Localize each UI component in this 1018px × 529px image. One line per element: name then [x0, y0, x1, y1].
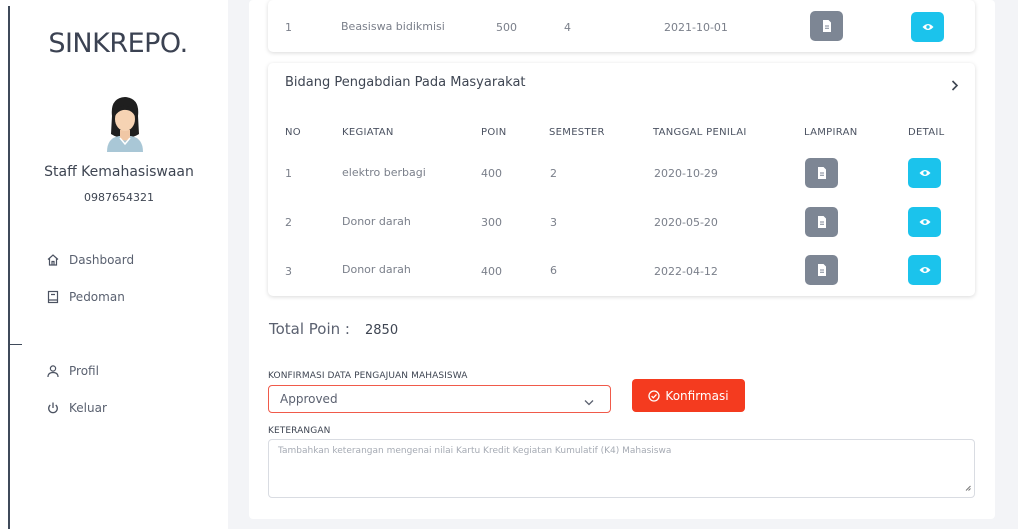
- konfirmasi-label: KONFIRMASI DATA PENGAJUAN MAHASISWA: [268, 371, 468, 381]
- lampiran-button[interactable]: [805, 207, 838, 237]
- sidebar-divider: [8, 344, 22, 345]
- avatar: [103, 94, 147, 152]
- file-icon: [817, 216, 826, 228]
- check-circle-icon: [648, 389, 661, 402]
- row-semester: 2: [550, 167, 557, 180]
- nav-dashboard-label: Dashboard: [69, 253, 135, 267]
- brand-logo: SINKREPO.: [48, 28, 188, 59]
- keterangan-placeholder: Tambahkan keterangan mengenai nilai Kart…: [278, 446, 672, 456]
- row-tanggal: 2020-05-20: [654, 216, 718, 229]
- home-icon: [46, 253, 60, 267]
- row-poin: 400: [481, 167, 502, 180]
- chevron-down-icon: [584, 395, 594, 409]
- detail-button[interactable]: [908, 207, 941, 237]
- row-tanggal: 2022-04-12: [654, 265, 718, 278]
- col-header-semester: SEMESTER: [549, 127, 605, 138]
- file-icon: [817, 264, 826, 276]
- chevron-right-icon[interactable]: [951, 76, 959, 95]
- nav-keluar-label: Keluar: [69, 401, 107, 415]
- col-header-no: NO: [285, 127, 301, 138]
- eye-icon: [919, 170, 930, 176]
- eye-icon: [919, 219, 930, 225]
- file-icon: [817, 167, 826, 179]
- bidang-card: Bidang Pengabdian Pada Masyarakat NO KEG…: [268, 63, 975, 296]
- col-header-kegiatan: KEGIATAN: [342, 127, 394, 138]
- nav-profil-label: Profil: [69, 364, 99, 378]
- eye-icon: [919, 267, 930, 273]
- row-kegiatan: Donor darah: [342, 215, 411, 228]
- row-semester: 4: [564, 21, 571, 34]
- select-value: Approved: [280, 392, 338, 406]
- nav-dashboard[interactable]: Dashboard: [46, 253, 134, 267]
- total-poin-value: 2850: [365, 323, 399, 338]
- konfirmasi-button-label: Konfirmasi: [665, 388, 729, 403]
- keterangan-textarea[interactable]: Tambahkan keterangan mengenai nilai Kart…: [268, 439, 975, 498]
- file-icon: [822, 20, 831, 32]
- row-semester: 3: [550, 216, 557, 229]
- row-kegiatan: Beasiswa bidikmisi: [341, 20, 445, 33]
- lampiran-button[interactable]: [805, 255, 838, 285]
- row-no: 1: [285, 21, 292, 34]
- section-title: Bidang Pengabdian Pada Masyarakat: [285, 75, 526, 90]
- user-phone: 0987654321: [84, 191, 154, 204]
- col-header-poin: POIN: [481, 127, 507, 138]
- row-semester: 6: [550, 264, 557, 277]
- detail-button[interactable]: [911, 12, 944, 42]
- eye-icon: [922, 24, 933, 30]
- row-tanggal: 2021-10-01: [664, 21, 728, 34]
- sidebar-border: [8, 6, 10, 529]
- konfirmasi-select[interactable]: Approved: [268, 385, 611, 413]
- user-icon: [46, 364, 60, 378]
- col-header-lampiran: LAMPIRAN: [804, 127, 858, 138]
- power-icon: [46, 401, 60, 415]
- total-poin-label: Total Poin :: [269, 320, 350, 338]
- row-kegiatan: elektro berbagi: [342, 166, 426, 179]
- row-poin: 300: [481, 216, 502, 229]
- sidebar: SINKREPO. Staff Kemahasiswaan 0987654321…: [0, 0, 228, 529]
- row-kegiatan: Donor darah: [342, 263, 411, 276]
- row-no: 2: [285, 216, 292, 229]
- keterangan-label: KETERANGAN: [268, 426, 331, 436]
- lampiran-button[interactable]: [810, 11, 843, 41]
- lampiran-button[interactable]: [805, 158, 838, 188]
- book-icon: [46, 290, 60, 304]
- nav-pedoman[interactable]: Pedoman: [46, 290, 125, 304]
- row-tanggal: 2020-10-29: [654, 167, 718, 180]
- nav-pedoman-label: Pedoman: [69, 290, 125, 304]
- detail-button[interactable]: [908, 158, 941, 188]
- col-header-tanggal: TANGGAL PENILAI: [653, 127, 747, 138]
- col-header-detail: DETAIL: [908, 127, 945, 138]
- resize-grip-icon[interactable]: [965, 484, 971, 494]
- row-no: 1: [285, 167, 292, 180]
- row-poin: 500: [496, 21, 517, 34]
- nav-keluar[interactable]: Keluar: [46, 401, 107, 415]
- prev-section-row-card: 1 Beasiswa bidikmisi 500 4 2021-10-01: [268, 0, 975, 52]
- detail-button[interactable]: [908, 255, 941, 285]
- row-no: 3: [285, 265, 292, 278]
- nav-profil[interactable]: Profil: [46, 364, 99, 378]
- user-name: Staff Kemahasiswaan: [44, 164, 194, 180]
- row-poin: 400: [481, 265, 502, 278]
- konfirmasi-button[interactable]: Konfirmasi: [632, 379, 745, 412]
